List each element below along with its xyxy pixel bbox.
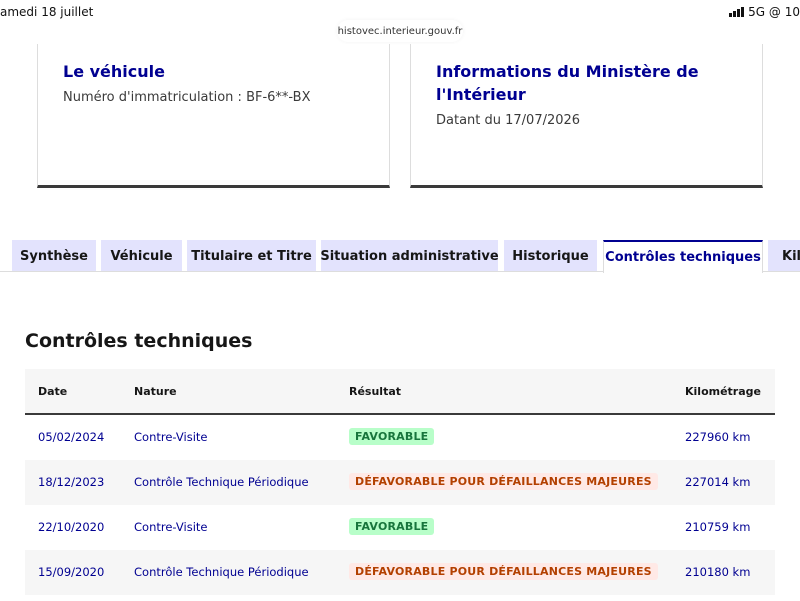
row-date: 15/09/2020 <box>38 565 105 579</box>
status-indicators: 5G @ 10 <box>729 5 800 19</box>
tab-synthese[interactable]: Synthèse <box>12 240 96 272</box>
result-badge-defavorable: DÉFAVORABLE POUR DÉFAILLANCES MAJEURES <box>349 473 658 490</box>
header-nature: Nature <box>134 385 177 398</box>
tab-situation[interactable]: Situation administrative <box>321 240 498 272</box>
tab-kilometrage[interactable]: Kil <box>768 240 800 272</box>
tab-controles-techniques[interactable]: Contrôles techniques <box>603 240 763 273</box>
header-km: Kilométrage <box>685 385 761 398</box>
row-date: 05/02/2024 <box>38 430 105 444</box>
row-date: 22/10/2020 <box>38 520 105 534</box>
row-nature: Contre-Visite <box>134 520 208 534</box>
result-badge-favorable: FAVORABLE <box>349 518 435 535</box>
url-bar[interactable]: histovec.interieur.gouv.fr <box>337 20 463 42</box>
header-date: Date <box>38 385 68 398</box>
tab-titulaire[interactable]: Titulaire et Titre <box>187 240 316 272</box>
row-km: 227014 km <box>685 475 751 489</box>
header-result: Résultat <box>349 385 402 398</box>
vehicle-card: Le véhicule Numéro d'immatriculation : B… <box>37 44 390 188</box>
ministry-card: Informations du Ministère de l'Intérieur… <box>410 44 763 188</box>
controls-table: Date Nature Résultat Kilométrage 05/02/2… <box>25 369 775 595</box>
vehicle-card-title: Le véhicule <box>63 62 165 81</box>
section-title: Contrôles techniques <box>25 330 253 352</box>
table-row: 05/02/2024 Contre-Visite FAVORABLE 22796… <box>25 415 775 460</box>
row-date: 18/12/2023 <box>38 475 105 489</box>
network-status: 5G @ 10 <box>748 5 800 19</box>
row-km: 210759 km <box>685 520 751 534</box>
row-km: 227960 km <box>685 430 751 444</box>
result-badge-favorable: FAVORABLE <box>349 428 435 445</box>
tab-vehicule[interactable]: Véhicule <box>101 240 182 272</box>
result-badge-defavorable: DÉFAVORABLE POUR DÉFAILLANCES MAJEURES <box>349 563 658 580</box>
row-km: 210180 km <box>685 565 751 579</box>
status-date: amedi 18 juillet <box>0 5 94 19</box>
row-nature: Contrôle Technique Périodique <box>134 475 309 489</box>
row-nature: Contrôle Technique Périodique <box>134 565 309 579</box>
ministry-date: Datant du 17/07/2026 <box>436 113 581 128</box>
table-row: 22/10/2020 Contre-Visite FAVORABLE 21075… <box>25 505 775 550</box>
table-row: 15/09/2020 Contrôle Technique Périodique… <box>25 550 775 595</box>
tab-historique[interactable]: Historique <box>504 240 597 272</box>
registration-number: Numéro d'immatriculation : BF-6**-BX <box>63 90 311 105</box>
ministry-card-title: Informations du Ministère de l'Intérieur <box>436 62 699 104</box>
table-row: 18/12/2023 Contrôle Technique Périodique… <box>25 460 775 505</box>
signal-icon <box>729 7 745 17</box>
row-nature: Contre-Visite <box>134 430 208 444</box>
table-header: Date Nature Résultat Kilométrage <box>25 369 775 415</box>
